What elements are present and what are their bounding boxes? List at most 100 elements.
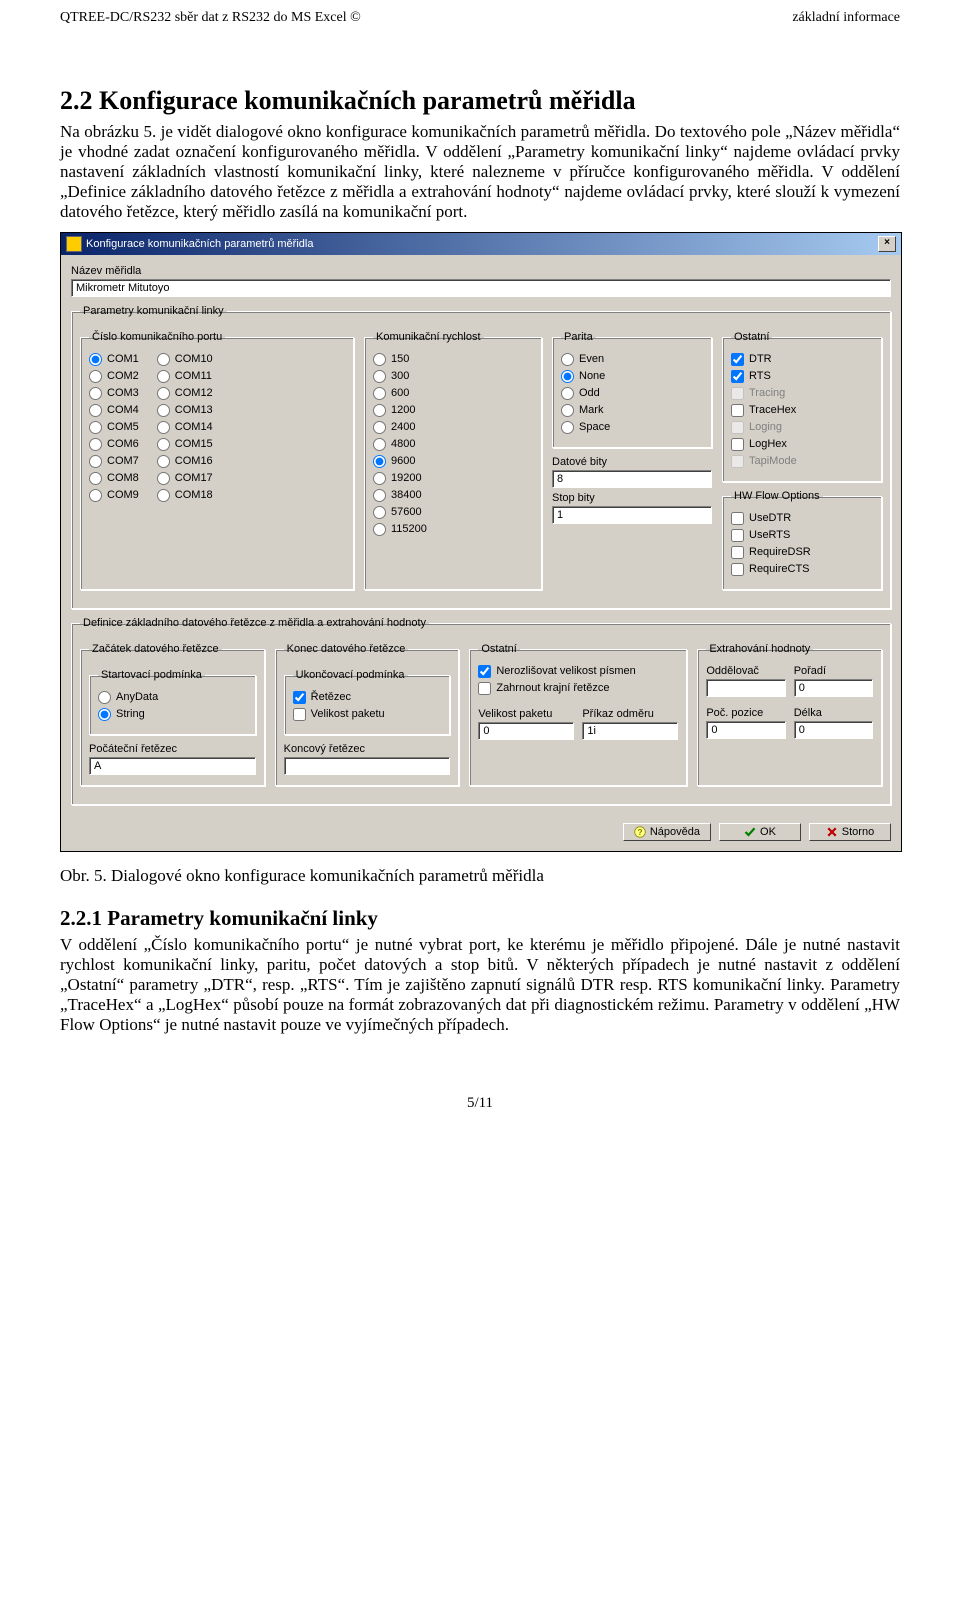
cmd-input[interactable] <box>582 722 678 740</box>
radio-input[interactable] <box>373 353 386 366</box>
radio-com6[interactable]: COM6 <box>89 437 139 451</box>
radio-even[interactable]: Even <box>561 352 703 366</box>
radio-odd[interactable]: Odd <box>561 386 703 400</box>
radio-input[interactable] <box>157 421 170 434</box>
check-input[interactable] <box>478 682 491 695</box>
radio-input[interactable] <box>373 506 386 519</box>
radio-19200[interactable]: 19200 <box>373 471 533 485</box>
check-input[interactable] <box>478 665 491 678</box>
radio-38400[interactable]: 38400 <box>373 488 533 502</box>
check-input[interactable] <box>731 563 744 576</box>
check-input[interactable] <box>293 708 306 721</box>
check-usedtr[interactable]: UseDTR <box>731 511 873 525</box>
radio-input[interactable] <box>157 370 170 383</box>
radio-com5[interactable]: COM5 <box>89 420 139 434</box>
databits-input[interactable] <box>552 470 712 488</box>
check-velikost-paketu[interactable]: Velikost paketu <box>293 707 442 721</box>
radio-2400[interactable]: 2400 <box>373 420 533 434</box>
delim-input[interactable] <box>706 679 785 697</box>
radio-input[interactable] <box>89 438 102 451</box>
radio-150[interactable]: 150 <box>373 352 533 366</box>
pos-input[interactable] <box>706 721 785 739</box>
radio-com17[interactable]: COM17 <box>157 471 213 485</box>
radio-input[interactable] <box>157 438 170 451</box>
radio-input[interactable] <box>373 387 386 400</box>
radio-115200[interactable]: 115200 <box>373 522 533 536</box>
check-input[interactable] <box>731 512 744 525</box>
check-userts[interactable]: UseRTS <box>731 528 873 542</box>
check-input[interactable] <box>731 353 744 366</box>
radio-input[interactable] <box>373 489 386 502</box>
radio-com12[interactable]: COM12 <box>157 386 213 400</box>
radio-none[interactable]: None <box>561 369 703 383</box>
radio-1200[interactable]: 1200 <box>373 403 533 417</box>
radio-com11[interactable]: COM11 <box>157 369 213 383</box>
radio-com9[interactable]: COM9 <box>89 488 139 502</box>
radio-input[interactable] <box>98 691 111 704</box>
radio-input[interactable] <box>561 421 574 434</box>
radio-com4[interactable]: COM4 <box>89 403 139 417</box>
ok-button[interactable]: OK <box>719 823 801 841</box>
check-input[interactable] <box>293 691 306 704</box>
check-requirects[interactable]: RequireCTS <box>731 562 873 576</box>
radio-input[interactable] <box>373 523 386 536</box>
check-input[interactable] <box>731 438 744 451</box>
name-input[interactable] <box>71 279 891 297</box>
radio-input[interactable] <box>561 370 574 383</box>
check-requiredsr[interactable]: RequireDSR <box>731 545 873 559</box>
radio-input[interactable] <box>157 472 170 485</box>
check-loghex[interactable]: LogHex <box>731 437 873 451</box>
radio-57600[interactable]: 57600 <box>373 505 533 519</box>
radio-anydata[interactable]: AnyData <box>98 690 247 704</box>
radio-com7[interactable]: COM7 <box>89 454 139 468</box>
check-input[interactable] <box>731 546 744 559</box>
radio-input[interactable] <box>561 353 574 366</box>
help-button[interactable]: ? Nápověda <box>623 823 711 841</box>
packet-input[interactable] <box>478 722 574 740</box>
radio-input[interactable] <box>89 387 102 400</box>
radio-input[interactable] <box>157 455 170 468</box>
radio-input[interactable] <box>98 708 111 721</box>
check-řetězec[interactable]: Řetězec <box>293 690 442 704</box>
radio-mark[interactable]: Mark <box>561 403 703 417</box>
radio-input[interactable] <box>561 404 574 417</box>
radio-com8[interactable]: COM8 <box>89 471 139 485</box>
check-zahrnout-krajní-řetězce[interactable]: Zahrnout krajní řetězce <box>478 681 678 695</box>
radio-com13[interactable]: COM13 <box>157 403 213 417</box>
radio-input[interactable] <box>157 387 170 400</box>
len-input[interactable] <box>794 721 873 739</box>
cancel-button[interactable]: Storno <box>809 823 891 841</box>
radio-input[interactable] <box>89 370 102 383</box>
close-icon[interactable]: × <box>878 236 896 252</box>
end-str-input[interactable] <box>284 757 451 775</box>
check-input[interactable] <box>731 404 744 417</box>
radio-input[interactable] <box>89 353 102 366</box>
check-dtr[interactable]: DTR <box>731 352 873 366</box>
radio-input[interactable] <box>373 455 386 468</box>
radio-com3[interactable]: COM3 <box>89 386 139 400</box>
radio-com1[interactable]: COM1 <box>89 352 139 366</box>
check-input[interactable] <box>731 529 744 542</box>
radio-input[interactable] <box>157 489 170 502</box>
radio-input[interactable] <box>89 455 102 468</box>
radio-com2[interactable]: COM2 <box>89 369 139 383</box>
radio-input[interactable] <box>89 472 102 485</box>
radio-com16[interactable]: COM16 <box>157 454 213 468</box>
check-input[interactable] <box>731 370 744 383</box>
stopbits-input[interactable] <box>552 506 712 524</box>
check-nerozlišovat-velikost-písmen[interactable]: Nerozlišovat velikost písmen <box>478 664 678 678</box>
radio-600[interactable]: 600 <box>373 386 533 400</box>
radio-com15[interactable]: COM15 <box>157 437 213 451</box>
radio-4800[interactable]: 4800 <box>373 437 533 451</box>
radio-input[interactable] <box>157 353 170 366</box>
start-str-input[interactable] <box>89 757 256 775</box>
check-tracehex[interactable]: TraceHex <box>731 403 873 417</box>
radio-input[interactable] <box>89 421 102 434</box>
radio-input[interactable] <box>89 489 102 502</box>
radio-300[interactable]: 300 <box>373 369 533 383</box>
order-input[interactable] <box>794 679 873 697</box>
radio-input[interactable] <box>373 404 386 417</box>
radio-space[interactable]: Space <box>561 420 703 434</box>
radio-input[interactable] <box>373 370 386 383</box>
radio-string[interactable]: String <box>98 707 247 721</box>
